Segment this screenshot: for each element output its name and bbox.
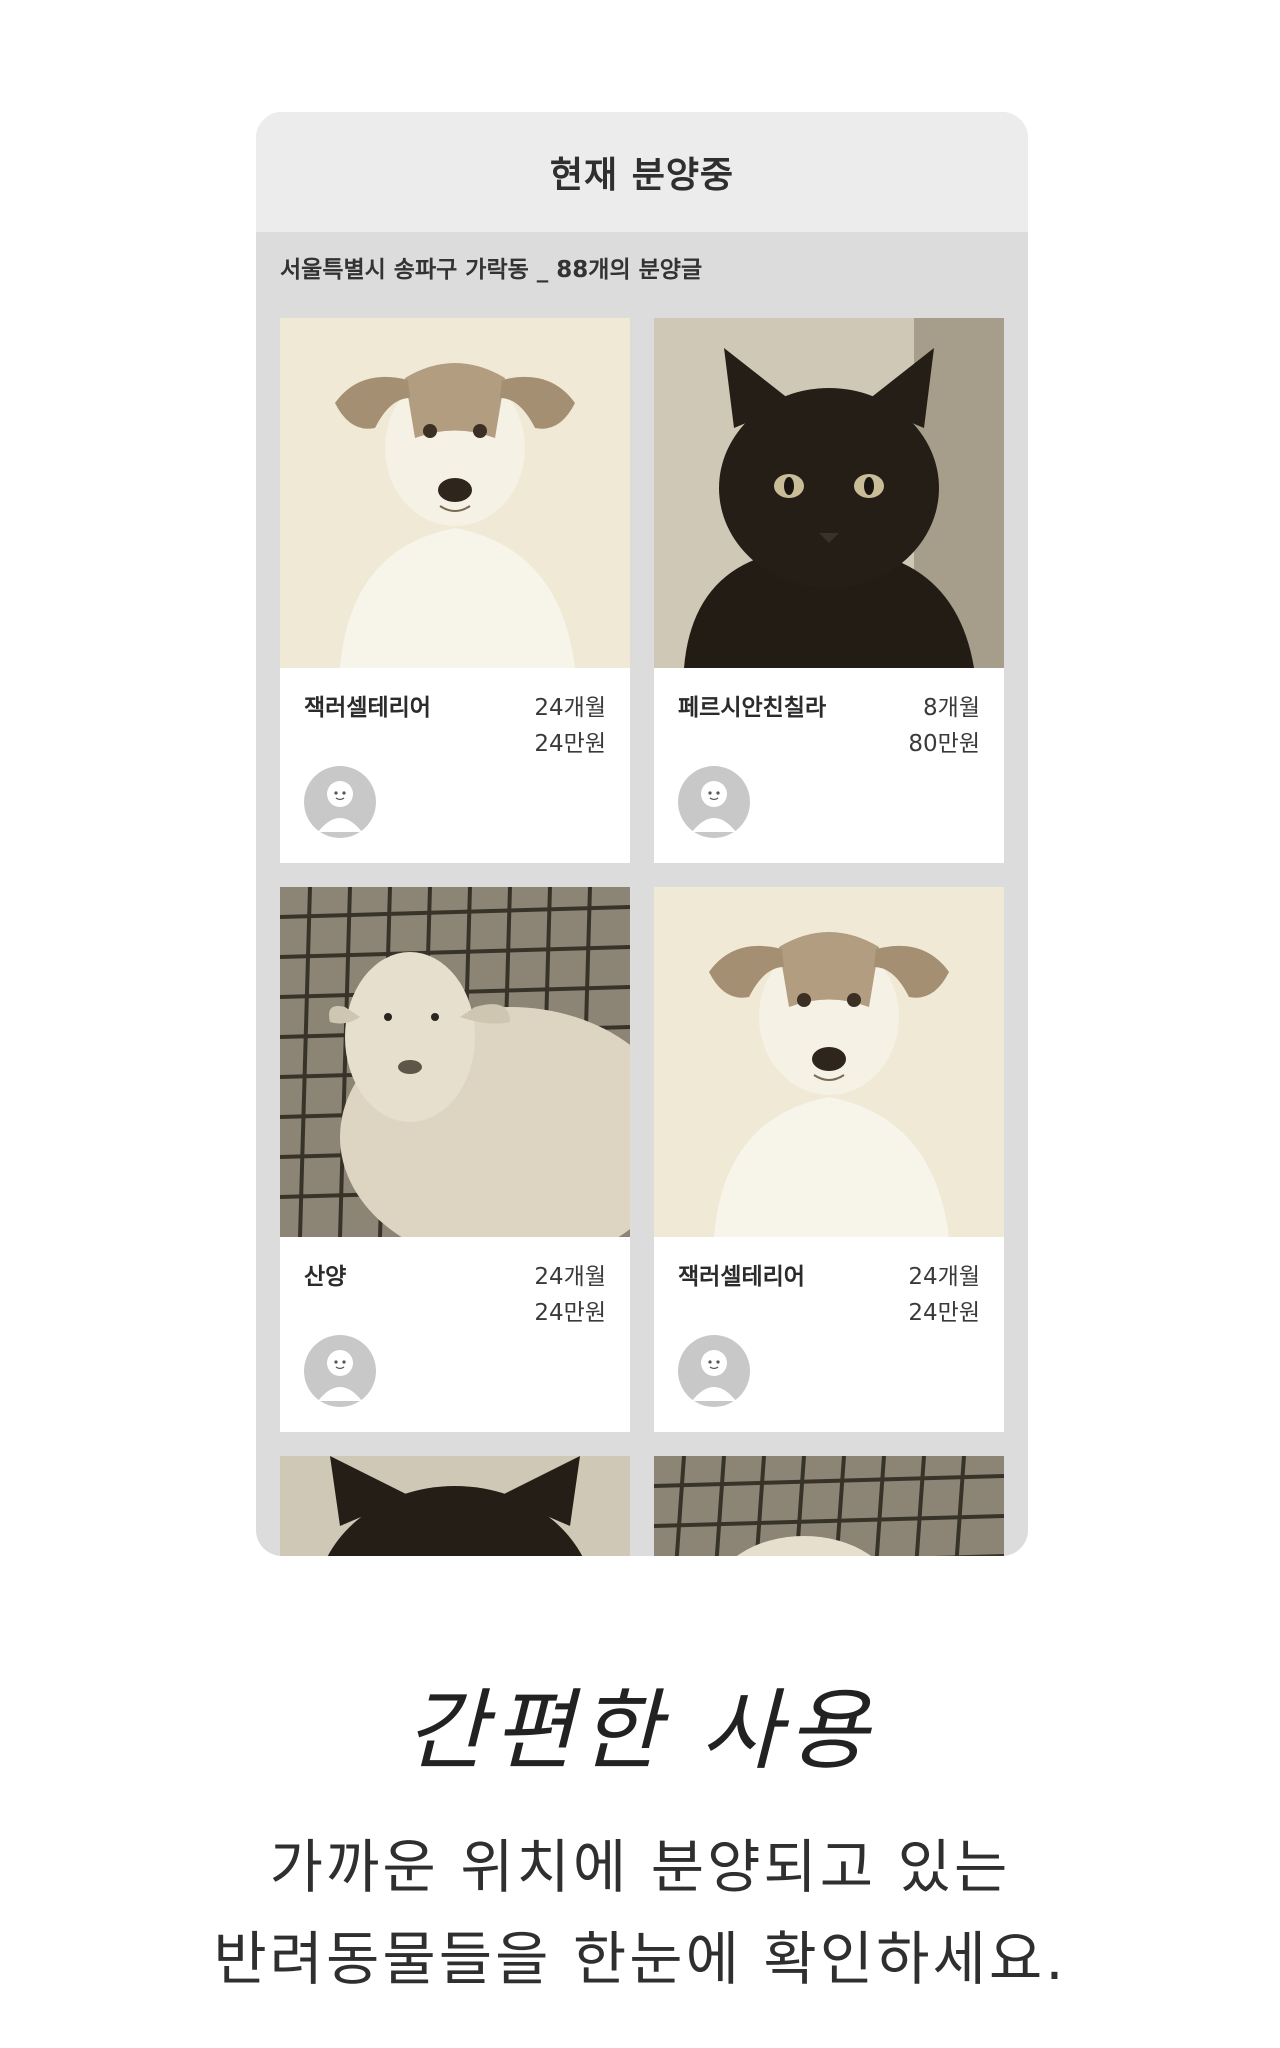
pet-card-partial[interactable] xyxy=(280,1456,630,1556)
pet-card-partial[interactable] xyxy=(654,1456,1004,1556)
pet-age: 24개월 xyxy=(534,1264,606,1290)
pet-name: 페르시안친칠라 xyxy=(678,695,827,721)
page-title: 현재 분양중 xyxy=(549,155,735,196)
black-cat-photo xyxy=(280,1456,630,1556)
feature-description-line-1: 가까운 위치에 분양되고 있는 xyxy=(269,1833,1011,1901)
pet-card[interactable]: 페르시안친칠라 8개월 80만원 xyxy=(654,318,1004,863)
feature-title: 간편한 사용 xyxy=(405,1679,875,1782)
black-cat-photo xyxy=(654,318,1004,668)
pet-name: 잭러셀테리어 xyxy=(678,1264,805,1290)
pet-card[interactable]: 잭러셀테리어 24개월 24만원 xyxy=(280,318,630,863)
sheep-photo xyxy=(654,1456,1004,1556)
feature-description-line-2: 반려동물들을 한눈에 확인하세요. xyxy=(213,1925,1067,1993)
pet-name: 잭러셀테리어 xyxy=(304,695,431,721)
seller-avatar[interactable] xyxy=(678,1335,750,1407)
pet-age: 8개월 xyxy=(923,695,980,721)
seller-avatar[interactable] xyxy=(304,1335,376,1407)
seller-avatar[interactable] xyxy=(304,766,376,838)
pet-price: 24만원 xyxy=(534,1300,606,1326)
pet-age: 24개월 xyxy=(534,695,606,721)
seller-avatar[interactable] xyxy=(678,766,750,838)
dog-photo xyxy=(654,887,1004,1237)
app-header: 현재 분양중 xyxy=(256,112,1028,232)
pet-name: 산양 xyxy=(304,1264,347,1290)
pet-price: 24만원 xyxy=(908,1300,980,1326)
pet-age: 24개월 xyxy=(908,1264,980,1290)
dog-photo xyxy=(280,318,630,668)
pet-price: 80만원 xyxy=(908,731,980,757)
pet-card[interactable]: 잭러셀테리어 24개월 24만원 xyxy=(654,887,1004,1432)
sheep-photo xyxy=(280,887,630,1237)
pet-card[interactable]: 산양 24개월 24만원 xyxy=(280,887,630,1432)
location-summary: 서울특별시 송파구 가락동 _ 88개의 분양글 xyxy=(280,257,703,283)
phone-frame: 현재 분양중 서울특별시 송파구 가락동 _ 88개의 분양글 잭러셀테리어 2… xyxy=(256,112,1028,1556)
pet-price: 24만원 xyxy=(534,731,606,757)
